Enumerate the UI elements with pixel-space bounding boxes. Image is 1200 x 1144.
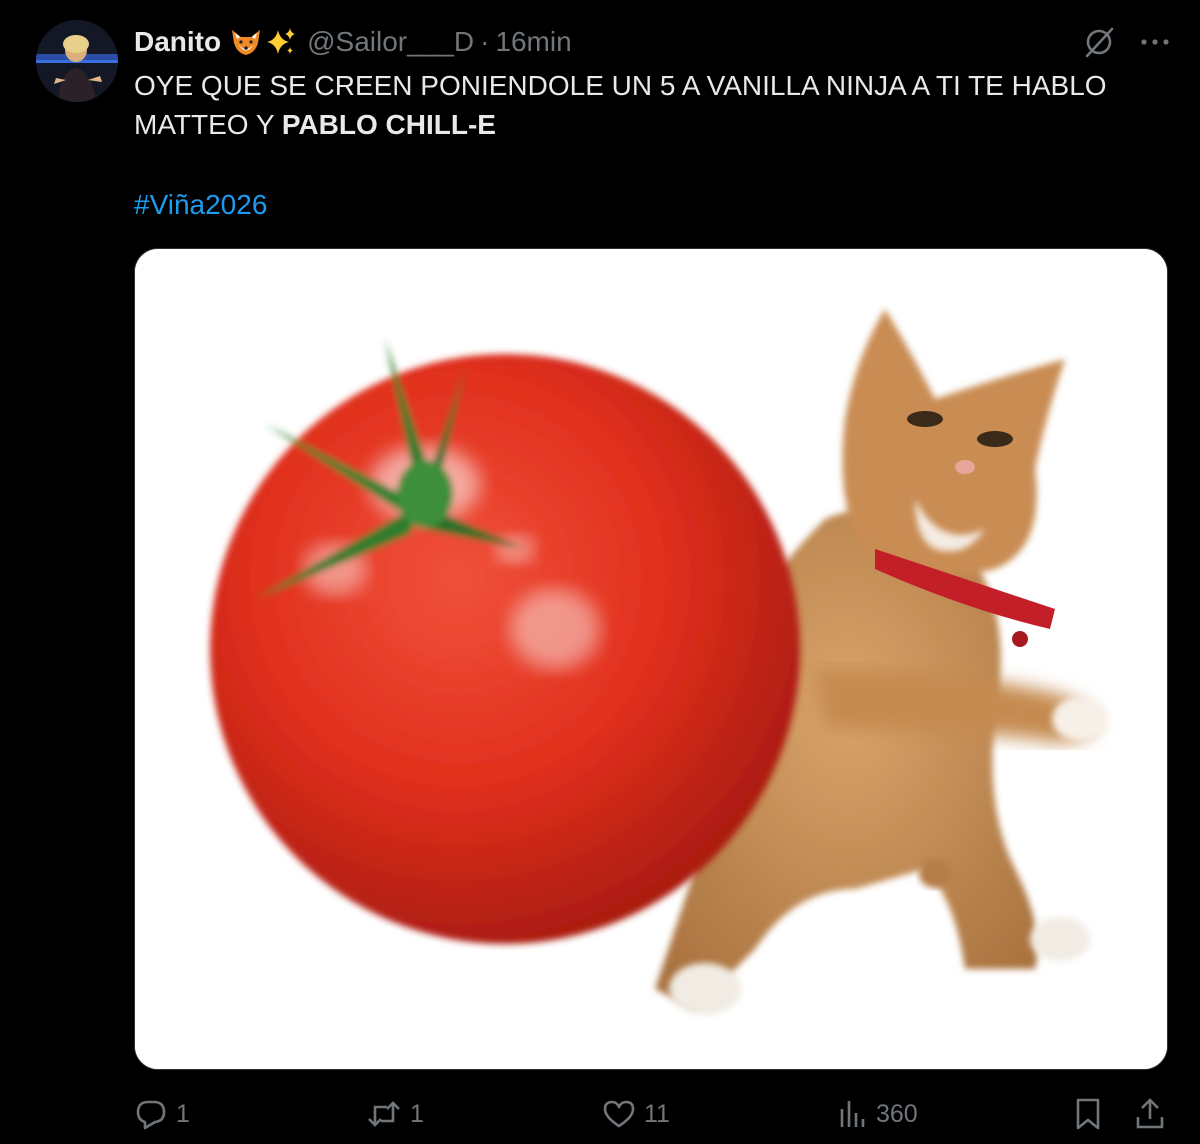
reply-count: 1 [176,1099,190,1128]
share-button[interactable] [1134,1092,1174,1136]
tweet-top-actions [1082,22,1172,62]
views-chart-icon [840,1101,865,1127]
heart-icon [603,1100,635,1128]
views-button[interactable]: 360 [838,1092,918,1136]
reply-button[interactable]: 1 [134,1092,190,1136]
display-name[interactable]: Danito [134,26,221,58]
meme-image [135,249,1167,1069]
grok-icon[interactable] [1082,25,1116,59]
separator-dot: · [480,26,490,57]
retweet-button[interactable]: 1 [366,1092,424,1136]
view-count: 360 [876,1099,918,1128]
tweet-text-plain: OYE QUE SE CREEN PONIENDOLE UN 5 A VANIL… [134,70,1107,140]
bookmark-icon [1076,1098,1100,1130]
reply-icon [136,1100,166,1130]
tweet-text-bold: PABLO CHILL-E [281,109,496,140]
tweet-text: OYE QUE SE CREEN PONIENDOLE UN 5 A VANIL… [134,66,1174,144]
like-button[interactable]: 11 [602,1092,670,1136]
like-count: 11 [644,1099,670,1128]
more-options-icon[interactable] [1138,25,1172,59]
tweet: Danito @Sailor___D · 16min OYE QUE SE CR… [0,0,1200,1144]
hashtag-link[interactable]: #Viña2026 [134,185,267,224]
bookmark-button[interactable] [1072,1092,1112,1136]
tweet-time[interactable]: 16min [495,26,571,58]
tweet-header: Danito @Sailor___D · 16min [134,22,572,62]
author-handle[interactable]: @Sailor___D [307,26,474,58]
avatar-image [36,20,118,102]
tweet-media[interactable] [134,248,1168,1070]
retweet-count: 1 [410,1099,424,1128]
sparkles-emoji-icon [267,28,296,54]
fox-emoji-icon [232,30,261,55]
retweet-icon [368,1101,400,1127]
tweet-action-bar: 1 1 11 360 [134,1092,1174,1136]
avatar[interactable] [36,20,118,102]
name-badges [229,26,297,58]
share-icon [1136,1098,1164,1129]
